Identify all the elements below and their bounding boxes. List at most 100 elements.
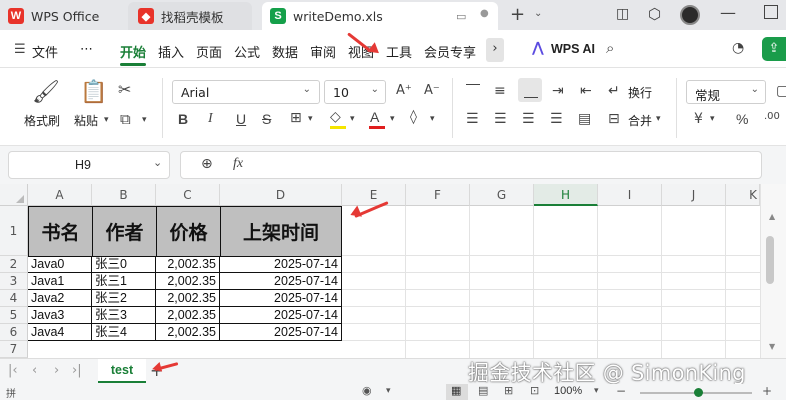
wrap-text-icon[interactable]: ↵ [608,84,620,98]
function-icon[interactable]: fx [233,156,243,172]
share-button[interactable]: ⇪ [762,37,786,61]
menu-file[interactable]: 文件 [32,42,58,61]
indent-icon[interactable]: ⇥ [552,84,564,98]
decrease-font-icon[interactable]: A⁻ [424,84,440,97]
align-right-icon[interactable]: ☰ [522,112,535,126]
cell-a6[interactable]: Java4 [28,324,92,341]
percent-button[interactable]: % [736,112,748,126]
scroll-up-icon[interactable]: ▲ [769,212,775,221]
paste-icon[interactable]: 📋 [80,82,107,104]
zoom-chevron-icon[interactable]: ▾ [594,386,599,396]
column-header-k[interactable]: K [726,184,760,206]
avatar[interactable] [680,5,700,25]
format-cells-icon[interactable]: ▢ [776,84,786,98]
cell-d6[interactable]: 2025-07-14 [220,324,342,341]
distribute-icon[interactable]: ▤ [578,112,591,126]
format-painter-icon[interactable]: 🖌 [32,82,60,104]
wrap-text-button[interactable]: 换行 [628,84,652,101]
border-icon[interactable]: ⊞ [290,111,302,125]
cell-c3[interactable]: 2,002.35 [156,273,220,290]
eraser-chevron-icon[interactable]: ▾ [430,115,435,124]
merge-chevron-icon[interactable]: ▾ [656,115,661,124]
menu-data[interactable]: 数据 [272,42,298,61]
font-name-select[interactable]: Arial ⌄ [172,80,320,104]
header-cell-book-name[interactable]: 书名 [28,206,93,257]
underline-button[interactable]: U [236,112,246,126]
tab-docer[interactable]: ◆ 找稻壳模板 [128,2,252,30]
align-top-icon[interactable]: ⎺ [466,84,480,98]
cell-a4[interactable]: Java2 [28,290,92,307]
minimize-icon[interactable]: — [720,3,736,22]
border-chevron-icon[interactable]: ▾ [308,115,313,124]
cell-c6[interactable]: 2,002.35 [156,324,220,341]
vertical-scrollbar[interactable]: ▲ ▼ [760,184,786,358]
bold-button[interactable]: B [178,112,188,126]
name-box[interactable]: H9 ⌄ [8,151,170,179]
align-middle-icon[interactable]: ≡ [494,84,506,98]
cell-c5[interactable]: 2,002.35 [156,307,220,324]
fill-color-icon[interactable]: ◇ [330,110,341,124]
scroll-thumb[interactable] [766,236,774,284]
decimal-icon[interactable]: .00 [764,112,780,122]
menu-more[interactable]: ⋯ [80,42,93,57]
header-cell-author[interactable]: 作者 [92,206,157,257]
zoom-out-icon[interactable]: − [616,384,626,398]
row-header-1[interactable]: 1 [0,206,28,256]
column-header-j[interactable]: J [662,184,726,206]
prev-sheet-icon[interactable]: ‹ [32,363,37,378]
first-sheet-icon[interactable]: |‹ [8,363,18,378]
font-color-chevron-icon[interactable]: ▾ [390,115,395,124]
number-format-select[interactable]: 常规 ⌄ [686,80,766,104]
menu-formula[interactable]: 公式 [234,42,260,61]
font-color-icon[interactable]: A [370,110,379,124]
layout-icon[interactable]: ◫ [616,6,629,22]
chevron-down-icon[interactable]: ▾ [386,386,391,396]
paste-chevron-icon[interactable]: ▾ [104,116,109,125]
zoom-search-icon[interactable]: ⊕ [201,156,213,172]
next-sheet-icon[interactable]: › [54,363,59,378]
cut-icon[interactable]: ✂ [118,82,131,98]
column-header-d[interactable]: D [220,184,342,206]
column-header-f[interactable]: F [406,184,470,206]
search-icon[interactable]: ⌕ [606,39,614,57]
menu-wps-ai[interactable]: WPS AI [551,42,595,56]
menu-tools[interactable]: 工具 [386,42,412,61]
currency-chevron-icon[interactable]: ▾ [710,115,715,124]
merge-icon[interactable]: ⊟ [608,112,620,126]
align-left-icon[interactable]: ☰ [466,112,479,126]
chevron-right-icon[interactable]: › [486,38,504,62]
header-cell-price[interactable]: 价格 [156,206,221,257]
fill-chevron-icon[interactable]: ▾ [350,115,355,124]
justify-icon[interactable]: ☰ [550,112,563,126]
column-header-b[interactable]: B [92,184,156,206]
cell-c4[interactable]: 2,002.35 [156,290,220,307]
cube-icon[interactable]: ⬡ [648,5,661,23]
menu-member[interactable]: 会员专享 [424,42,476,61]
cell-d4[interactable]: 2025-07-14 [220,290,342,307]
menu-review[interactable]: 审阅 [310,42,336,61]
menu-insert[interactable]: 插入 [158,42,184,61]
currency-button[interactable]: ¥ [694,112,703,126]
menu-page[interactable]: 页面 [196,42,222,61]
italic-button[interactable]: I [208,112,213,126]
strikethrough-button[interactable]: S [262,112,271,126]
maximize-icon[interactable] [764,5,778,19]
page-view-icon[interactable]: ▤ [478,384,488,397]
copy-chevron-icon[interactable]: ▾ [142,116,147,125]
column-header-a[interactable]: A [28,184,92,206]
cell-b2[interactable]: 张三0 [92,256,156,273]
format-painter-button[interactable]: 格式刷 [24,112,60,129]
hamburger-icon[interactable]: ☰ [14,42,26,57]
row-header-7[interactable]: 7 [0,341,28,358]
column-header-i[interactable]: I [598,184,662,206]
cell-c2[interactable]: 2,002.35 [156,256,220,273]
chevron-down-icon[interactable]: ⌄ [534,8,542,19]
increase-font-icon[interactable]: A⁺ [396,84,412,97]
merge-button[interactable]: 合并 [628,112,652,129]
cell-a3[interactable]: Java1 [28,273,92,290]
chevron-down-icon[interactable]: ⌄ [153,156,162,169]
eye-icon[interactable]: ◉ [362,384,372,397]
column-header-e[interactable]: E [342,184,406,206]
monitor-icon[interactable]: ▭ [456,10,466,23]
cell-a2[interactable]: Java0 [28,256,92,273]
